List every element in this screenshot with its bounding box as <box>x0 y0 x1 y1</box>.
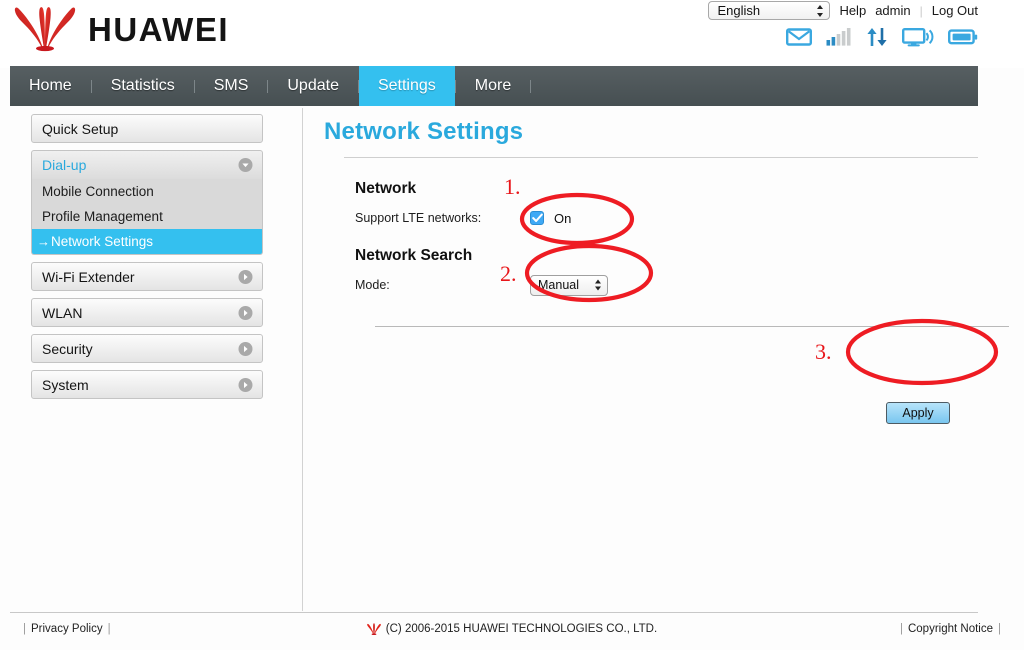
footer-divider <box>10 612 978 613</box>
wifi-monitor-icon[interactable] <box>902 27 934 47</box>
page-footer: | Privacy Policy | (C) 2006-2015 HUAWEI TE… <box>0 620 1024 644</box>
chevron-down-circle-icon <box>238 158 253 172</box>
main-navigation: Home Statistics SMS Update Settings More <box>10 66 978 106</box>
top-header: HUAWEI English Help admin | Log Out <box>0 0 1024 68</box>
battery-icon[interactable] <box>948 27 978 47</box>
mode-control: Manual <box>530 274 608 296</box>
footer-right: | Copyright Notice | <box>895 623 1006 635</box>
footer-bar: | <box>899 623 903 635</box>
nav-item-home[interactable]: Home <box>10 66 91 106</box>
row-support-lte: Support LTE networks: On <box>355 207 984 229</box>
top-right-controls: English Help admin | Log Out <box>708 1 978 20</box>
nav-item-settings[interactable]: Settings <box>358 66 455 106</box>
sidebar-block-security: Security <box>31 334 263 363</box>
signal-strength-icon[interactable] <box>826 27 852 47</box>
brand-name: HUAWEI <box>88 10 229 48</box>
network-settings-form: Network Support LTE networks: On Network… <box>324 180 1009 424</box>
sidebar-subitem-label: Profile Management <box>42 209 163 224</box>
annotation-ellipse-3 <box>845 318 999 386</box>
sidebar-item-wifi-extender[interactable]: Wi-Fi Extender <box>31 262 263 291</box>
status-icon-bar <box>786 27 978 47</box>
toplink-divider: | <box>919 3 923 18</box>
row-mode: Mode: Manual <box>355 274 984 296</box>
data-transfer-icon[interactable] <box>866 27 888 47</box>
sidebar-item-security[interactable]: Security <box>31 334 263 363</box>
sidebar-item-dial-up[interactable]: Dial-up <box>31 150 263 179</box>
arrow-right-icon: → <box>37 234 50 249</box>
sidebar-item-label: WLAN <box>42 304 83 321</box>
mode-select[interactable]: Manual <box>530 274 608 296</box>
admin-link[interactable]: admin <box>875 3 910 18</box>
sidebar-item-network-settings[interactable]: → Network Settings <box>32 229 262 254</box>
chevron-right-circle-icon <box>238 341 253 356</box>
language-select[interactable]: English <box>708 1 831 20</box>
annotation-number-2: 2. <box>500 261 517 286</box>
sidebar-subitem-label: Network Settings <box>51 234 154 249</box>
support-lte-label: Support LTE networks: <box>355 211 482 225</box>
sidebar-item-profile-management[interactable]: Profile Management <box>32 204 262 229</box>
chevron-right-circle-icon <box>238 377 253 392</box>
page-title: Network Settings <box>324 118 524 145</box>
apply-divider <box>375 326 1009 327</box>
sidebar-block-wifi-extender: Wi-Fi Extender <box>31 262 263 291</box>
help-link[interactable]: Help <box>839 3 866 18</box>
footer-center: (C) 2006-2015 HUAWEI TECHNOLOGIES CO., L… <box>0 623 1024 635</box>
copyright-notice-link[interactable]: Copyright Notice <box>908 623 993 635</box>
group-heading-network-search: Network Search <box>355 247 473 264</box>
sidebar-item-label: Security <box>42 340 93 357</box>
check-icon <box>531 213 543 222</box>
annotation-number-3: 3. <box>815 339 832 364</box>
sidebar-sublist-dial-up: Mobile Connection Profile Management → N… <box>31 179 263 255</box>
support-lte-checkbox[interactable] <box>530 211 544 225</box>
router-web-ui: HUAWEI English Help admin | Log Out Home… <box>0 0 1024 650</box>
sidebar-item-mobile-connection[interactable]: Mobile Connection <box>32 179 262 204</box>
annotation-number-1: 1. <box>504 174 521 199</box>
message-icon[interactable] <box>786 27 812 47</box>
support-lte-control: On <box>530 211 571 226</box>
settings-sidebar: Quick Setup Dial-up Mobile Connection Pr… <box>31 114 263 406</box>
footer-copyright: (C) 2006-2015 HUAWEI TECHNOLOGIES CO., L… <box>385 623 658 635</box>
sidebar-item-quick-setup[interactable]: Quick Setup <box>31 114 263 143</box>
chevron-right-circle-icon <box>238 305 253 320</box>
sidebar-item-label: Dial-up <box>42 157 87 173</box>
huawei-flower-logo-small <box>366 623 381 635</box>
mode-select-wrap[interactable]: Manual <box>530 274 608 296</box>
sidebar-block-system: System <box>31 370 263 399</box>
language-select-wrap[interactable]: English <box>708 1 831 20</box>
sidebar-block-wlan: WLAN <box>31 298 263 327</box>
support-lte-value: On <box>554 210 572 226</box>
sidebar-content-divider <box>302 108 303 611</box>
sidebar-item-label: Quick Setup <box>42 120 119 137</box>
nav-item-update[interactable]: Update <box>268 66 358 106</box>
sidebar-subitem-label: Mobile Connection <box>42 184 154 199</box>
chevron-right-circle-icon <box>238 269 253 284</box>
sidebar-item-system[interactable]: System <box>31 370 263 399</box>
form-spacer <box>355 229 984 247</box>
nav-item-more[interactable]: More <box>456 66 530 106</box>
nav-item-sms[interactable]: SMS <box>195 66 268 106</box>
title-divider <box>344 157 978 158</box>
apply-button[interactable]: Apply <box>886 402 950 424</box>
logout-link[interactable]: Log Out <box>932 3 978 18</box>
nav-item-statistics[interactable]: Statistics <box>92 66 194 106</box>
sidebar-item-wlan[interactable]: WLAN <box>31 298 263 327</box>
nav-divider <box>530 79 532 93</box>
sidebar-block-quick-setup: Quick Setup <box>31 114 263 143</box>
sidebar-item-label: System <box>42 376 89 393</box>
sidebar-block-dial-up: Dial-up Mobile Connection Profile Manage… <box>31 150 263 255</box>
brand-logo: HUAWEI <box>14 6 229 52</box>
huawei-flower-logo <box>14 7 76 52</box>
content-panel: Network Settings Network Support LTE net… <box>324 118 1009 424</box>
group-heading-network: Network <box>355 180 417 197</box>
sidebar-item-label: Wi-Fi Extender <box>42 268 135 285</box>
footer-bar: | <box>998 623 1001 635</box>
